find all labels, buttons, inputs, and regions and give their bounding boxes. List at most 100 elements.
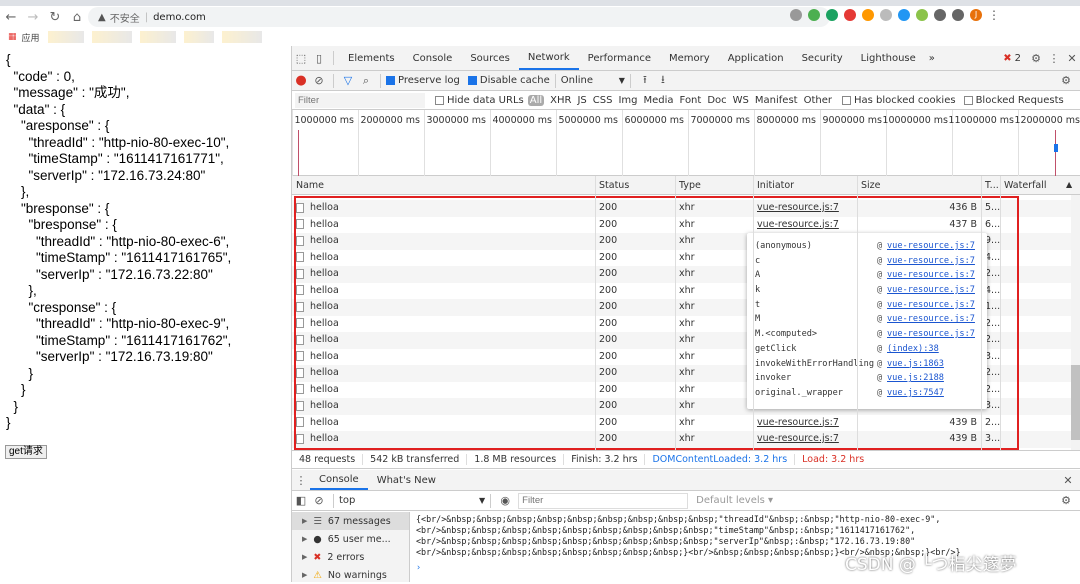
tab-performance[interactable]: Performance <box>579 46 660 70</box>
reload-icon[interactable]: ↻ <box>44 10 66 25</box>
column-header-name[interactable]: Name <box>296 180 324 191</box>
gear-icon[interactable]: ⚙ <box>1027 52 1045 65</box>
more-tabs-button[interactable]: » <box>929 53 935 64</box>
console-sidebar-item[interactable]: ▶ ☰ 67 messages <box>292 512 409 530</box>
apps-label[interactable]: 应用 <box>22 31 40 44</box>
disable-cache-checkbox[interactable] <box>467 76 477 85</box>
column-header-waterfall[interactable]: Waterfall <box>1004 180 1047 191</box>
inspect-icon[interactable]: ⬚ <box>292 52 310 65</box>
source-link[interactable]: vue-resource.js:7 <box>887 300 975 310</box>
blocked-requests-checkbox[interactable] <box>963 95 973 105</box>
column-header-t[interactable]: T... <box>985 180 999 191</box>
tab-memory[interactable]: Memory <box>660 46 719 70</box>
source-link[interactable]: (index):38 <box>887 344 939 354</box>
console-filter-input[interactable] <box>518 492 689 509</box>
bookmark-blurred[interactable] <box>139 31 176 43</box>
close-icon[interactable]: ✕ <box>1059 474 1077 487</box>
type-filter-manifest[interactable]: Manifest <box>755 95 798 106</box>
error-count[interactable]: 2 <box>1015 53 1021 64</box>
source-link[interactable]: vue-resource.js:7 <box>887 314 975 324</box>
source-link[interactable]: vue.js:2188 <box>887 373 944 383</box>
tab-application[interactable]: Application <box>719 46 793 70</box>
tab-elements[interactable]: Elements <box>339 46 404 70</box>
type-filter-all[interactable]: All <box>527 94 545 106</box>
home-icon[interactable]: ⌂ <box>66 10 88 25</box>
column-header-initiator[interactable]: Initiator <box>757 180 794 191</box>
type-filter-css[interactable]: CSS <box>593 95 613 106</box>
extension-icon[interactable] <box>916 9 928 21</box>
drawer-tab-console[interactable]: Console <box>310 470 368 490</box>
type-filter-other[interactable]: Other <box>804 95 832 106</box>
preserve-log-checkbox[interactable] <box>386 76 395 85</box>
search-icon[interactable]: ⌕ <box>357 74 375 88</box>
tab-console[interactable]: Console <box>404 46 462 70</box>
throttle-select[interactable]: Online <box>561 75 619 86</box>
scrollbar[interactable] <box>1071 195 1080 450</box>
avatar[interactable]: J <box>970 9 982 21</box>
menu-icon[interactable]: ⋮ <box>988 9 1000 21</box>
error-icon[interactable]: ✖ <box>1003 53 1011 64</box>
tab-lighthouse[interactable]: Lighthouse <box>852 46 925 70</box>
extension-icon[interactable] <box>844 9 856 21</box>
source-link[interactable]: vue-resource.js:7 <box>887 329 975 339</box>
sidebar-toggle-icon[interactable]: ◧ <box>292 494 310 507</box>
extension-icon[interactable] <box>826 9 838 21</box>
bookmark-blurred[interactable] <box>47 31 84 43</box>
apps-icon[interactable]: ▦ <box>8 32 17 42</box>
close-icon[interactable]: ✕ <box>1063 52 1080 65</box>
eye-icon[interactable]: ◉ <box>496 494 514 507</box>
console-sidebar-item[interactable]: ▶ ⚠ No warnings <box>292 566 409 584</box>
tab-security[interactable]: Security <box>793 46 852 70</box>
record-icon[interactable]: ● <box>292 73 310 88</box>
extension-icon[interactable] <box>880 9 892 21</box>
console-sidebar-item[interactable]: ▶ ✖ 2 errors <box>292 548 409 566</box>
source-link[interactable]: vue-resource.js:7 <box>887 241 975 251</box>
tab-network[interactable]: Network <box>518 46 579 70</box>
gear-icon[interactable]: ⚙ <box>1057 74 1075 87</box>
hide-data-urls-checkbox[interactable] <box>435 95 444 105</box>
network-overview[interactable]: 1000000 ms 2000000 ms 3000000 ms 4000000 ms… <box>292 110 1080 176</box>
type-filter-media[interactable]: Media <box>644 95 674 106</box>
filter-input[interactable] <box>295 92 425 108</box>
column-header-status[interactable]: Status <box>599 180 629 191</box>
source-link[interactable]: vue-resource.js:7 <box>887 256 975 266</box>
type-filter-xhr[interactable]: XHR <box>550 95 571 106</box>
address-bar[interactable]: ▲ 不安全 | demo.com <box>88 7 830 27</box>
extension-icon[interactable] <box>862 9 874 21</box>
drawer-menu-icon[interactable]: ⋮ <box>292 474 310 487</box>
import-har-icon[interactable]: ⭱ <box>636 71 654 90</box>
sort-icon[interactable]: ▲ <box>1066 180 1072 189</box>
tab-sources[interactable]: Sources <box>461 46 519 70</box>
dropdown-icon[interactable]: ▼ <box>479 496 485 505</box>
gear-icon[interactable]: ⚙ <box>1057 494 1075 507</box>
type-filter-font[interactable]: Font <box>680 95 702 106</box>
source-link[interactable]: vue.js:7547 <box>887 388 944 398</box>
source-link[interactable]: vue-resource.js:7 <box>887 270 975 280</box>
back-icon[interactable]: ← <box>0 10 22 25</box>
source-link[interactable]: vue-resource.js:7 <box>887 285 975 295</box>
media-icon[interactable] <box>952 9 964 21</box>
filter-icon[interactable]: ▽ <box>339 74 357 87</box>
drawer-tab-whats-new[interactable]: What's New <box>368 470 445 490</box>
column-header-size[interactable]: Size <box>861 180 881 191</box>
forward-icon[interactable]: → <box>22 10 44 25</box>
export-har-icon[interactable]: ⭳ <box>654 71 672 90</box>
context-select[interactable]: top <box>339 495 479 506</box>
type-filter-doc[interactable]: Doc <box>707 95 726 106</box>
puzzle-icon[interactable] <box>934 9 946 21</box>
device-icon[interactable]: ▯ <box>310 52 328 65</box>
clear-icon[interactable]: ⊘ <box>310 74 328 87</box>
clear-icon[interactable]: ⊘ <box>310 494 328 507</box>
type-filter-ws[interactable]: WS <box>733 95 749 106</box>
bookmark-blurred[interactable] <box>221 31 262 43</box>
type-filter-js[interactable]: JS <box>577 95 586 106</box>
extension-icon[interactable] <box>808 9 820 21</box>
blocked-cookies-checkbox[interactable] <box>842 95 851 105</box>
type-filter-img[interactable]: Img <box>618 95 637 106</box>
more-icon[interactable]: ⋮ <box>1045 52 1063 65</box>
source-link[interactable]: vue.js:1863 <box>887 359 944 369</box>
dropdown-icon[interactable]: ▼ <box>619 76 625 85</box>
console-sidebar-item[interactable]: ▶ ● 65 user me... <box>292 530 409 548</box>
bookmark-blurred[interactable] <box>91 31 132 43</box>
get-request-button[interactable]: get请求 <box>5 445 47 459</box>
